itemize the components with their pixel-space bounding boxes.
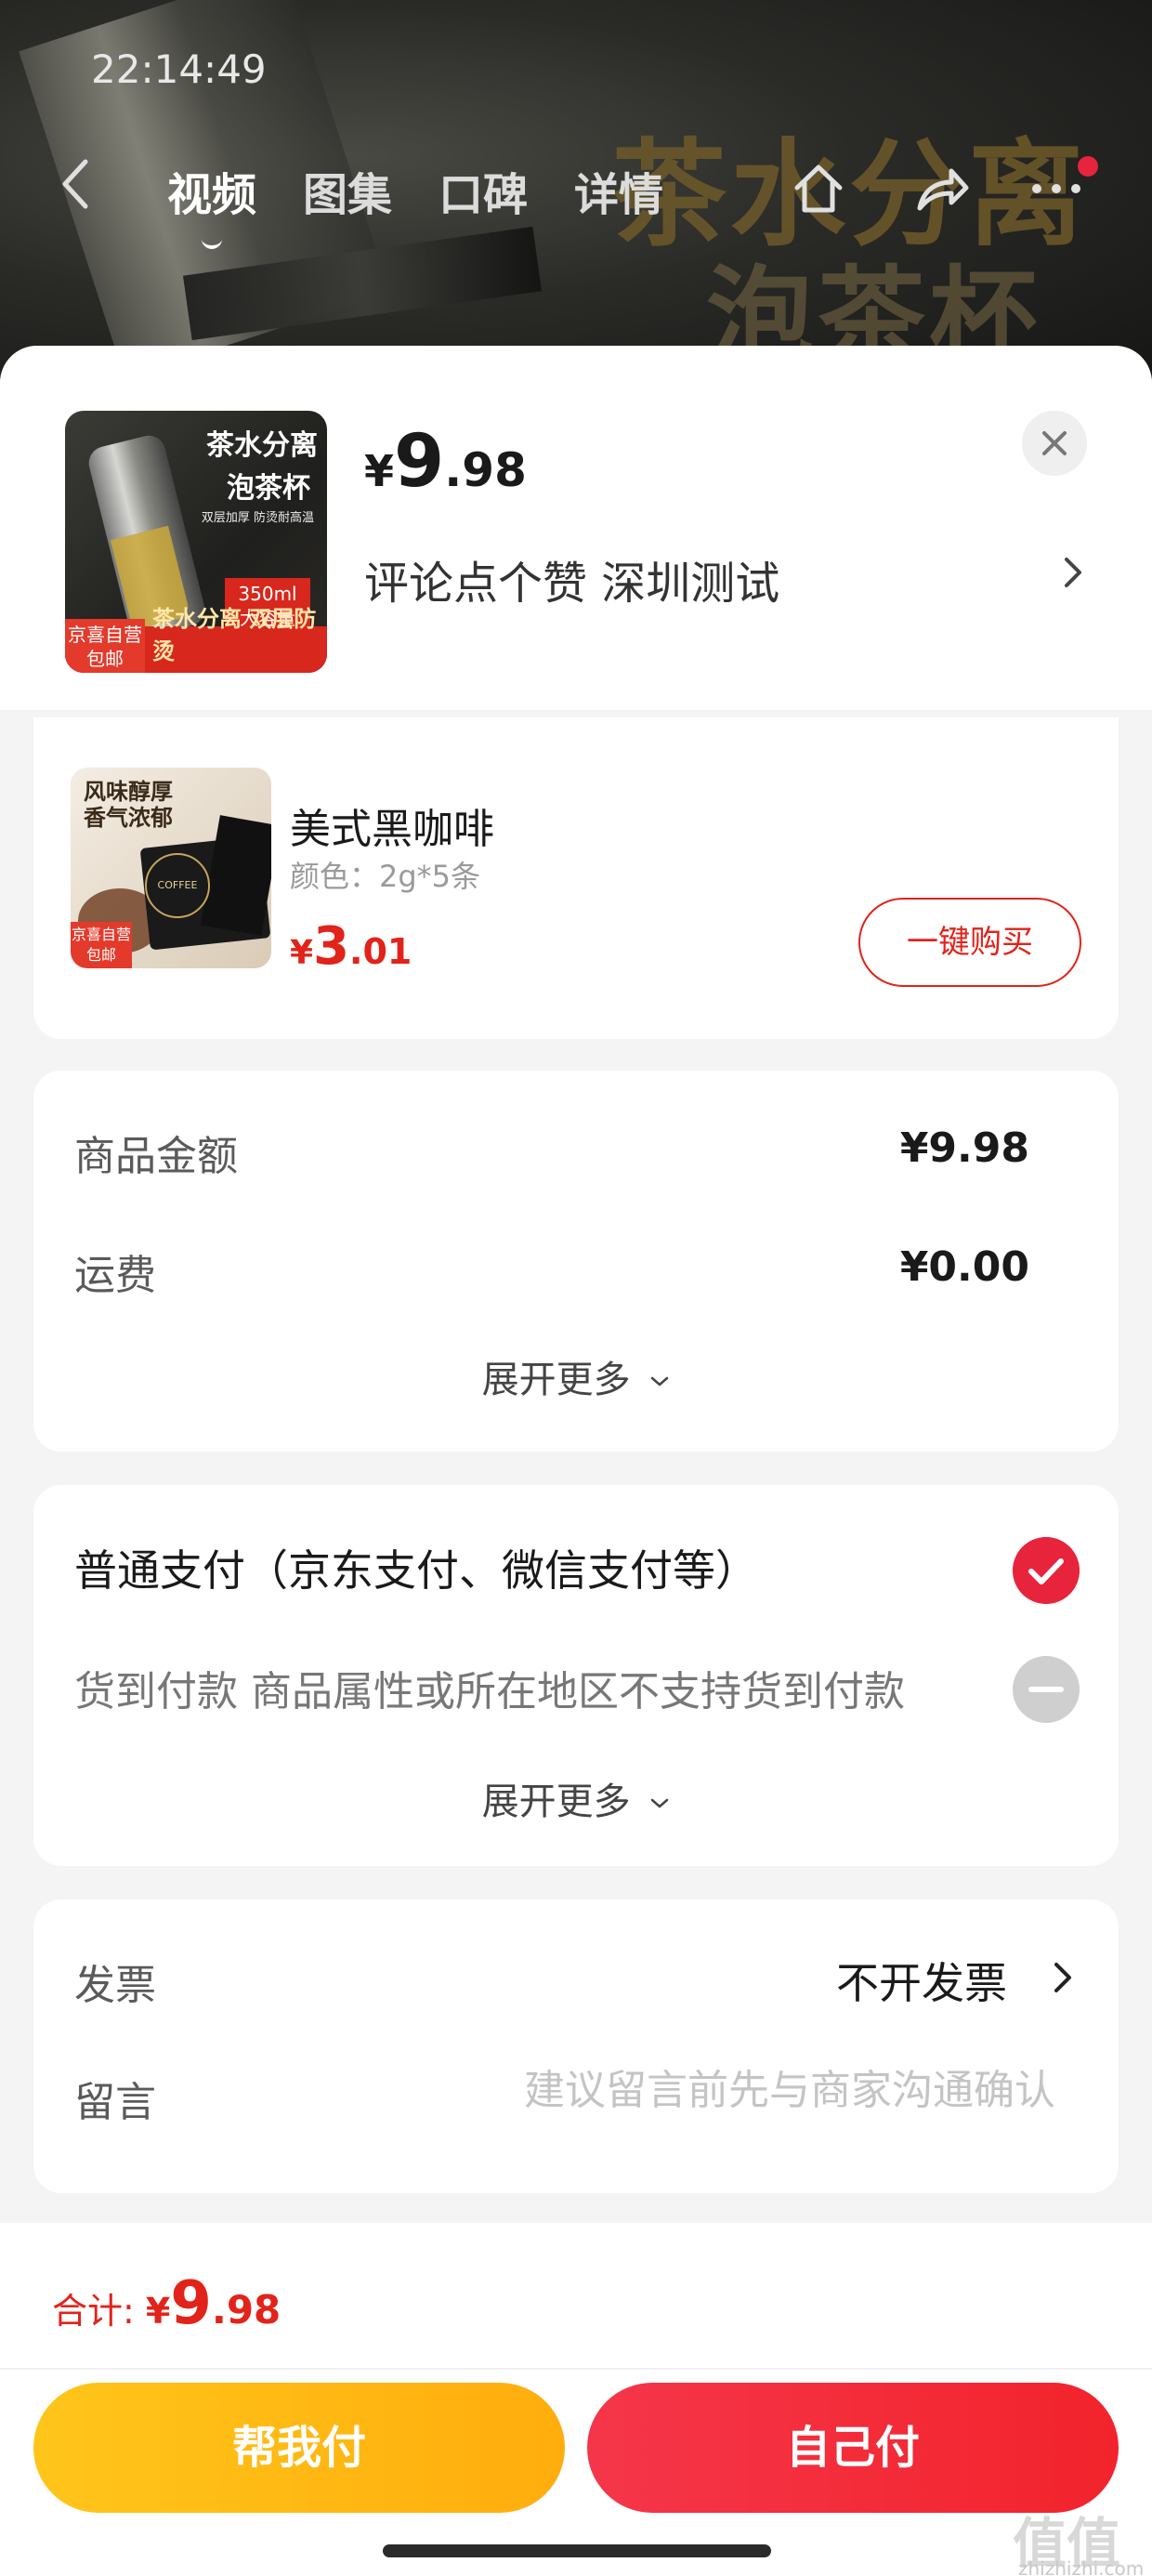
tab-details[interactable]: 详情 (574, 158, 663, 223)
coffee-bag (201, 815, 271, 936)
product-price: ¥9.98 (364, 420, 527, 504)
thumb-footer-text: 茶水分离 双层防烫 (152, 606, 317, 664)
expand-more-label: 展开更多 (481, 1359, 631, 1401)
disabled-icon (1013, 1656, 1080, 1723)
site-watermark-url: zhizhizhi.com (1018, 2557, 1145, 2576)
thumb-self-badge: 京喜自营 包邮 (65, 619, 145, 673)
rec-badge-line1: 京喜自营 (71, 926, 131, 943)
thumb-subtitle: 双层加厚 防烫耐高温 (201, 511, 314, 525)
recommend-price: ¥3.01 (290, 916, 412, 977)
product-hero: 茶水分离 泡茶杯 22:14:49 视频 图集 口碑 详情 (0, 0, 1152, 390)
share-icon[interactable] (910, 158, 972, 219)
goods-amount-label: 商品金额 (74, 1133, 238, 1180)
payment-expand-more-label: 展开更多 (481, 1781, 631, 1823)
chevron-down-icon (651, 1376, 669, 1387)
recommend-card: 风味醇厚 香气浓郁 COFFEE 京喜自营 包邮 美式黑咖啡 颜色：2g*5条 … (33, 717, 1119, 1039)
close-icon[interactable] (1022, 411, 1087, 476)
checked-icon[interactable] (1013, 1537, 1080, 1604)
invoice-card: 发票 不开发票 留言 (33, 1899, 1119, 2193)
status-time: 22:14:49 (91, 46, 267, 92)
shipping-label: 运费 (74, 1252, 156, 1299)
rec-thumb-line1: 风味醇厚 (84, 779, 173, 805)
expand-more-button[interactable]: 展开更多 (33, 1349, 1119, 1403)
price-integer: 9 (394, 420, 445, 504)
pay-myself-button[interactable]: 自己付 (587, 2383, 1119, 2513)
thumb-badge-line2: 包邮 (86, 648, 124, 670)
goods-amount-value: ¥9.98 (899, 1124, 1029, 1172)
invoice-value[interactable]: 不开发票 (836, 1950, 1007, 2011)
bottom-bar: 合计: ¥9.98 帮我付 自己付 值值值 zhizhizhi.com (0, 2223, 1152, 2576)
normal-payment-label[interactable]: 普通支付（京东支付、微信支付等） (74, 1537, 758, 1598)
home-indicator[interactable] (383, 2544, 771, 2557)
nav-tabs: 视频 图集 口碑 详情 (167, 158, 710, 249)
tab-gallery[interactable]: 图集 (303, 158, 392, 223)
tab-reviews[interactable]: 口碑 (439, 158, 528, 223)
payment-card: 普通支付（京东支付、微信支付等） 货到付款 商品属性或所在地区不支持货到付款 展… (33, 1485, 1119, 1866)
rec-thumb-title: 风味醇厚 香气浓郁 (84, 779, 173, 831)
invoice-label: 发票 (74, 1962, 156, 2009)
thumb-title-2: 泡茶杯 (227, 472, 310, 505)
coffee-label: COFFEE (145, 853, 210, 918)
recommend-name[interactable]: 美式黑咖啡 (290, 795, 494, 855)
tab-video[interactable]: 视频 (167, 158, 256, 249)
total-currency: ¥ (145, 2291, 171, 2332)
total-amount: 合计: ¥9.98 (52, 2269, 281, 2338)
message-input[interactable] (386, 2057, 1055, 2123)
price-decimal: .98 (444, 443, 527, 497)
one-click-buy-button[interactable]: 一键购买 (858, 898, 1081, 987)
rec-price-integer: 3 (313, 916, 350, 977)
notification-dot (1078, 156, 1098, 177)
total-decimal: .98 (211, 2287, 281, 2333)
rec-thumb-badge: 京喜自营 包邮 (71, 922, 132, 968)
home-icon[interactable] (788, 158, 849, 219)
shipping-value: ¥0.00 (899, 1243, 1029, 1291)
back-icon[interactable] (58, 156, 95, 212)
chevron-down-icon (651, 1798, 669, 1808)
divider (0, 2368, 1152, 2370)
product-thumbnail: 茶水分离 泡茶杯 双层加厚 防烫耐高温 350ml 大容量 京喜自营 包邮 茶水… (65, 411, 327, 673)
payment-expand-more-button[interactable]: 展开更多 (33, 1771, 1119, 1825)
thumb-title: 茶水分离 (206, 429, 318, 462)
rec-price-decimal: .01 (349, 931, 412, 972)
price-currency: ¥ (364, 446, 395, 496)
total-label: 合计: (52, 2291, 146, 2332)
chevron-right-icon[interactable] (1059, 552, 1087, 593)
recommend-thumbnail[interactable]: 风味醇厚 香气浓郁 COFFEE 京喜自营 包邮 (71, 768, 271, 968)
rec-thumb-line2: 香气浓郁 (84, 805, 173, 831)
amount-card: 商品金额 ¥9.98 运费 ¥0.00 展开更多 (33, 1071, 1119, 1452)
total-integer: 9 (170, 2269, 212, 2338)
rec-badge-line2: 包邮 (85, 946, 116, 964)
thumb-badge-line1: 京喜自营 (68, 624, 142, 646)
chevron-right-icon[interactable] (1050, 1957, 1076, 1998)
promo-text[interactable]: 评论点个赞 深圳测试 (364, 546, 779, 611)
help-me-pay-button[interactable]: 帮我付 (33, 2383, 565, 2513)
product-summary: 茶水分离 泡茶杯 双层加厚 防烫耐高温 350ml 大容量 京喜自营 包邮 茶水… (0, 346, 1152, 710)
recommend-spec: 颜色：2g*5条 (290, 859, 481, 894)
cod-payment-label: 货到付款 商品属性或所在地区不支持货到付款 (74, 1668, 905, 1715)
message-label: 留言 (74, 2079, 156, 2126)
rec-price-currency: ¥ (290, 934, 314, 972)
